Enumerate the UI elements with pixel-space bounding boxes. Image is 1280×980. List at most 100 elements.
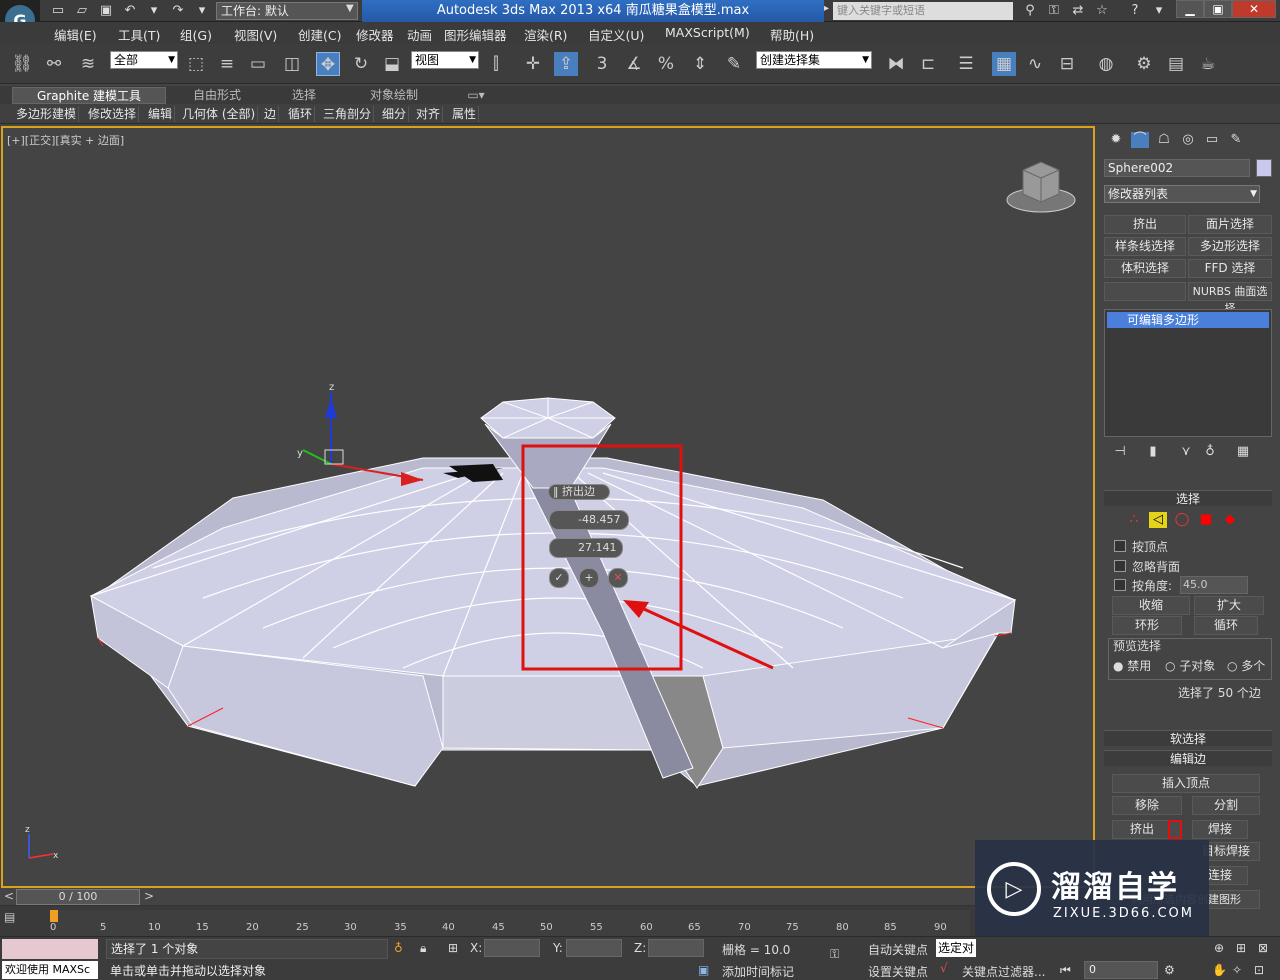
- minimize-button[interactable]: ▁: [1176, 0, 1204, 18]
- absolute-mode-icon[interactable]: ⊞: [448, 941, 458, 955]
- select-rotate-icon[interactable]: ↻: [349, 52, 373, 76]
- orbit-icon[interactable]: ✧: [1232, 963, 1242, 977]
- menu-help[interactable]: 帮助(H): [770, 25, 814, 44]
- ignore-backface-checkbox[interactable]: 忽略背面: [1114, 558, 1180, 575]
- pin-stack-icon[interactable]: ⊣: [1111, 444, 1129, 460]
- maximize-button[interactable]: ▣: [1204, 0, 1232, 18]
- modify-tab-icon[interactable]: ⌒: [1131, 132, 1149, 148]
- zoom-all-icon[interactable]: ⊕: [1214, 941, 1224, 955]
- snaps-toggle-icon[interactable]: 3: [590, 52, 614, 76]
- align-icon[interactable]: ⊏: [916, 52, 940, 76]
- percent-snap-icon[interactable]: %: [654, 52, 678, 76]
- rollout-edit-edges-header[interactable]: 编辑边: [1104, 750, 1272, 766]
- extrude-width-field[interactable]: 27.141: [549, 538, 623, 558]
- star-icon[interactable]: ☆: [1093, 3, 1111, 19]
- graphite-toggle-icon[interactable]: ▦: [992, 52, 1016, 76]
- split-button[interactable]: 分割: [1192, 796, 1260, 815]
- select-scale-icon[interactable]: ⬓: [380, 52, 404, 76]
- display-tab-icon[interactable]: ▭: [1203, 132, 1221, 148]
- time-config-icon[interactable]: ⚙: [1164, 963, 1175, 977]
- dropdown-arrow-icon[interactable]: ▾: [145, 3, 163, 19]
- zoom-extents-icon[interactable]: ⊞: [1236, 941, 1246, 955]
- ribbon-geometry-all[interactable]: 几何体 (全部): [180, 106, 259, 122]
- mod-nurbs-select-button[interactable]: NURBS 曲面选择: [1188, 282, 1272, 315]
- help-icon[interactable]: ?: [1126, 3, 1144, 19]
- loop-button[interactable]: 循环: [1194, 616, 1258, 635]
- redo-icon[interactable]: ↷: [169, 3, 187, 19]
- set-key-icon[interactable]: ⚿: [830, 947, 839, 962]
- mod-ffd-select-button[interactable]: FFD 选择: [1188, 259, 1272, 278]
- tab-graphite[interactable]: Graphite 建模工具: [12, 87, 166, 104]
- z-coord-field[interactable]: [648, 939, 704, 957]
- named-selection-dropdown[interactable]: 创建选择集: [756, 51, 872, 69]
- ribbon-align[interactable]: 对齐: [414, 106, 444, 122]
- workspace-select[interactable]: 工作台: 默认: [216, 2, 358, 20]
- expand-arrow-icon[interactable]: ▸: [824, 3, 829, 14]
- tab-selection[interactable]: 选择: [274, 87, 334, 104]
- dropdown-arrow-icon[interactable]: ▾: [1150, 3, 1168, 19]
- maxscript-listener-mini[interactable]: [2, 939, 98, 959]
- show-end-result-icon[interactable]: ▮: [1144, 444, 1162, 460]
- key-filter-icon[interactable]: √: [940, 961, 948, 975]
- menu-tools[interactable]: 工具(T): [118, 25, 160, 44]
- extrude-settings-button[interactable]: [1168, 820, 1182, 839]
- grow-button[interactable]: 扩大: [1194, 596, 1264, 615]
- lock-selection-icon[interactable]: 🔒︎: [420, 941, 426, 956]
- by-vertex-checkbox[interactable]: 按顶点: [1114, 538, 1168, 555]
- mod-patch-select-button[interactable]: 面片选择: [1188, 215, 1272, 234]
- time-prev-icon[interactable]: <: [4, 889, 14, 903]
- select-object-icon[interactable]: ⬚: [184, 52, 208, 76]
- set-key-button[interactable]: 设置关键点: [868, 963, 928, 980]
- manipulate-icon[interactable]: ✛: [521, 52, 545, 76]
- track-bar-icon[interactable]: ▤: [4, 910, 15, 924]
- key-filters-button[interactable]: 关键点过滤器...: [962, 963, 1045, 980]
- mirror-icon[interactable]: ⧓: [884, 52, 908, 76]
- ribbon-polygon-modeling[interactable]: 多边形建模: [14, 106, 80, 122]
- mod-poly-select-button[interactable]: 多边形选择: [1188, 237, 1272, 256]
- caddy-ok-button[interactable]: ✓: [549, 568, 569, 588]
- make-unique-icon[interactable]: ⋎: [1177, 444, 1195, 460]
- viewcube-icon[interactable]: [1006, 161, 1076, 213]
- select-move-icon[interactable]: ✥: [316, 52, 340, 76]
- border-level-icon[interactable]: ◯: [1173, 512, 1191, 528]
- ribbon-tris[interactable]: 三角剖分: [321, 106, 375, 122]
- modifier-list-dropdown[interactable]: 修改器列表: [1104, 185, 1260, 203]
- stack-item-editable-poly[interactable]: 可编辑多边形: [1107, 312, 1269, 328]
- unlink-icon[interactable]: ⚯: [42, 52, 66, 76]
- mod-extrude-button[interactable]: 挤出: [1104, 215, 1186, 234]
- ribbon-loops[interactable]: 循环: [286, 106, 316, 122]
- search-input[interactable]: 键入关键字或短语: [833, 2, 1013, 20]
- menu-modifiers[interactable]: 修改器: [356, 25, 394, 44]
- extrude-edges-button[interactable]: 挤出: [1112, 820, 1172, 839]
- caddy-cancel-button[interactable]: ✕: [608, 568, 628, 588]
- save-icon[interactable]: ▣: [97, 3, 115, 19]
- create-tab-icon[interactable]: ✹: [1107, 132, 1125, 148]
- menu-views[interactable]: 视图(V): [234, 25, 277, 44]
- pan-icon[interactable]: ✋: [1212, 963, 1227, 977]
- remove-modifier-icon[interactable]: ♁: [1201, 444, 1219, 460]
- mod-vol-select-button[interactable]: 体积选择: [1104, 259, 1186, 278]
- workspace-dropdown-icon[interactable]: ▼: [346, 3, 354, 14]
- isolate-icon[interactable]: ♁: [394, 941, 403, 955]
- dropdown-arrow-icon[interactable]: ▾: [193, 3, 211, 19]
- rendered-frame-icon[interactable]: ▤: [1164, 52, 1188, 76]
- pumpkin-box-model[interactable]: z y z x: [3, 128, 1093, 886]
- element-level-icon[interactable]: ◆: [1221, 512, 1239, 528]
- undo-icon[interactable]: ↶: [121, 3, 139, 19]
- caddy-apply-button[interactable]: +: [579, 568, 599, 588]
- maxscript-input[interactable]: 欢迎使用 MAXSc: [2, 961, 98, 979]
- keyboard-shortcut-icon[interactable]: ⇪: [554, 52, 578, 76]
- shrink-button[interactable]: 收缩: [1112, 596, 1190, 615]
- zoom-region-icon[interactable]: ⊠: [1258, 941, 1268, 955]
- goto-start-icon[interactable]: ⏮: [1060, 963, 1071, 978]
- select-by-name-icon[interactable]: ≡: [215, 52, 239, 76]
- vertex-level-icon[interactable]: ∴: [1125, 512, 1143, 528]
- menu-create[interactable]: 创建(C): [298, 25, 341, 44]
- ring-button[interactable]: 环形: [1112, 616, 1182, 635]
- object-color-swatch[interactable]: [1256, 159, 1272, 177]
- preview-subobject-radio[interactable]: ○ 子对象: [1165, 657, 1215, 674]
- pivot-center-icon[interactable]: ⫿: [484, 52, 508, 76]
- menu-group[interactable]: 组(G): [180, 25, 212, 44]
- menu-animation[interactable]: 动画: [407, 25, 432, 44]
- preview-multi-radio[interactable]: ○ 多个: [1227, 657, 1265, 674]
